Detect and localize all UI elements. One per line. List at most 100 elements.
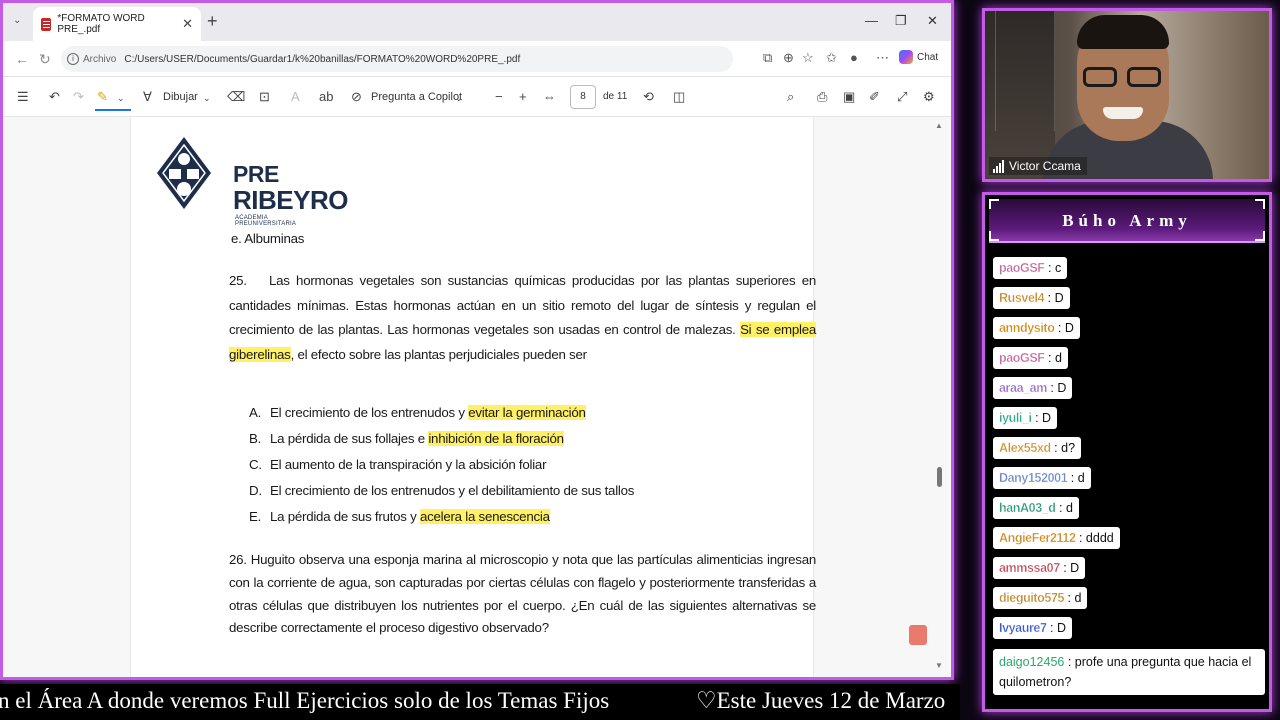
tab-bar: ⌄ *FORMATO WORD PRE_.pdf ✕ + — ❐ ✕ xyxy=(3,3,951,41)
settings-gear-icon[interactable]: ⚙ xyxy=(923,89,935,105)
news-ticker: n el Área A donde veremos Full Ejercicio… xyxy=(0,684,960,720)
chat-username: hanA03_d xyxy=(999,501,1056,515)
signal-bars-icon xyxy=(993,159,1004,173)
save-as-icon[interactable]: ✐ xyxy=(869,89,880,105)
app-available-icon[interactable]: ⧉ xyxy=(763,50,772,66)
undo-icon[interactable]: ↶ xyxy=(49,89,60,105)
back-arrow-icon[interactable]: ← xyxy=(15,51,29,67)
scroll-up-arrow-icon[interactable]: ▲ xyxy=(935,121,943,130)
chat-message: paoGSF : d xyxy=(993,347,1068,369)
corner-decoration xyxy=(1255,231,1265,241)
pdf-toolbar: ☰ ↶ ↷ ✎ ⌄ ∀ Dibujar ⌄ ⌫ ⊡ A ab ⊘ Pregunt… xyxy=(3,77,951,117)
option-b: B. La pérdida de sus follajes e inhibició… xyxy=(249,431,564,446)
text-format-icon[interactable]: A xyxy=(291,89,300,104)
pdf-adobe-icon[interactable] xyxy=(909,625,927,645)
draw-chevron-icon[interactable]: ⌄ xyxy=(203,93,211,104)
close-window-icon[interactable]: ✕ xyxy=(927,13,938,29)
scroll-down-arrow-icon[interactable]: ▼ xyxy=(935,661,943,670)
logo-subtitle: ACADEMIA PREUNIVERSITARIA xyxy=(235,215,297,227)
pdf-file-icon xyxy=(41,17,52,31)
chat-label: Chat xyxy=(917,51,939,63)
chat-text: : dddd xyxy=(1075,531,1114,545)
presenter-hair xyxy=(1077,15,1169,49)
question-25-text-b: , el efecto sobre las plantas perjudicia… xyxy=(290,346,587,362)
profile-avatar-icon[interactable]: ● xyxy=(850,50,858,65)
total-pages-label: de 11 xyxy=(603,91,628,102)
search-icon[interactable]: ⌕ xyxy=(787,89,794,105)
corner-decoration xyxy=(989,231,999,241)
favorites-list-icon[interactable]: ✩ xyxy=(826,50,837,66)
option-highlight: inhibición de la floración xyxy=(428,431,564,446)
chat-text: : d xyxy=(1055,501,1073,515)
chat-username: Dany152001 xyxy=(999,471,1068,485)
minimize-icon[interactable]: — xyxy=(865,13,878,28)
chat-text: : d xyxy=(1064,591,1082,605)
fullscreen-icon[interactable]: ⤢ xyxy=(897,89,907,105)
url-field[interactable]: i Archivo C:/Users/USER/Documents/Guarda… xyxy=(61,46,733,72)
chat-text: : D xyxy=(1046,621,1066,635)
copilot-chat-button[interactable]: Chat xyxy=(899,50,938,64)
zoom-icon[interactable]: ⊕ xyxy=(783,50,794,66)
pdf-viewer[interactable]: PRE RIBEYRO ACADEMIA PREUNIVERSITARIA e.… xyxy=(3,117,951,677)
page-view-icon[interactable]: ◫ xyxy=(673,89,685,105)
option-e: E. La pérdida de sus frutos y acelera la … xyxy=(249,509,550,524)
text-box-icon[interactable]: ⊡ xyxy=(259,89,270,105)
more-menu-icon[interactable]: ⋯ xyxy=(876,50,889,66)
chat-message: Ivyaure7 : D xyxy=(993,617,1072,639)
question-25-text-a: Las hormonas vegetales son sustancias qu… xyxy=(229,273,816,337)
option-letter: D. xyxy=(249,483,262,498)
close-tab-icon[interactable]: ✕ xyxy=(182,16,193,32)
tab-title: *FORMATO WORD PRE_.pdf xyxy=(57,13,145,35)
logo-emblem-icon xyxy=(157,137,211,209)
option-letter: E. xyxy=(249,509,262,524)
restore-icon[interactable]: ❐ xyxy=(895,13,907,29)
fit-page-icon[interactable]: ⇔ xyxy=(543,89,556,104)
highlight-active-indicator xyxy=(95,109,131,111)
page-number-input[interactable]: 8 xyxy=(570,85,596,109)
chat-message-last: daigo12456 : profe una pregunta que haci… xyxy=(993,649,1265,695)
redo-icon[interactable]: ↷ xyxy=(73,89,84,105)
contents-list-icon[interactable]: ☰ xyxy=(17,89,29,105)
option-a: A. El crecimiento de los entrenudos y evi… xyxy=(249,405,586,420)
read-aloud-icon[interactable]: ab xyxy=(319,89,333,104)
info-icon[interactable]: i xyxy=(67,53,79,65)
chat-username: daigo12456 xyxy=(999,655,1065,669)
rotate-icon[interactable]: ⟲ xyxy=(643,89,654,105)
chat-text: : d xyxy=(1067,471,1085,485)
zoom-out-icon[interactable]: − xyxy=(495,89,503,104)
chat-message: Alex55xd : d? xyxy=(993,437,1082,459)
stream-screen: ⌄ *FORMATO WORD PRE_.pdf ✕ + — ❐ ✕ ← ↻ i… xyxy=(0,0,1280,720)
zoom-in-icon[interactable]: + xyxy=(519,89,527,104)
scrollbar-thumb[interactable] xyxy=(937,467,942,487)
ticker-text-right: ♡Este Jueves 12 de Marzo xyxy=(696,688,946,713)
option-highlight: acelera la senescencia xyxy=(419,509,550,524)
presenter-mouth xyxy=(1103,107,1143,119)
print-icon[interactable]: ⎙ xyxy=(817,89,827,105)
save-icon[interactable]: ▣ xyxy=(843,89,855,105)
ask-copilot-button[interactable]: Pregunta a Copilot xyxy=(371,91,462,103)
chat-text: : d xyxy=(1044,351,1062,365)
chat-message: araa_am : D xyxy=(993,377,1073,399)
highlight-icon[interactable]: ✎ xyxy=(97,89,108,105)
ticker-text-left: n el Área A donde veremos Full Ejercicio… xyxy=(0,688,610,713)
copilot-ask-icon[interactable]: ⊘ xyxy=(351,89,362,105)
draw-icon[interactable]: ∀ xyxy=(143,89,152,105)
favorite-star-icon[interactable]: ☆ xyxy=(802,50,814,66)
draw-button-label[interactable]: Dibujar xyxy=(163,91,198,103)
highlight-chevron-icon[interactable]: ⌄ xyxy=(117,93,125,104)
chat-username: ammssa07 xyxy=(999,561,1060,575)
copilot-chevron-icon[interactable]: ⌄ xyxy=(455,93,463,104)
option-d: D. El crecimiento de los entrenudos y el … xyxy=(249,483,634,498)
chat-message: anndysito : D xyxy=(993,317,1080,339)
chat-username: Rusvel4 xyxy=(999,291,1045,305)
option-text: La pérdida de sus follajes e xyxy=(270,431,429,446)
chat-text: : D xyxy=(1059,561,1080,575)
option-c: C. El aumento de la transpiración y la ab… xyxy=(249,457,547,472)
tab-list-chevron-icon[interactable]: ⌄ xyxy=(13,15,21,26)
refresh-icon[interactable]: ↻ xyxy=(39,51,51,68)
new-tab-plus-icon[interactable]: + xyxy=(207,11,218,32)
eraser-icon[interactable]: ⌫ xyxy=(227,89,245,105)
chat-username: paoGSF xyxy=(999,261,1045,275)
tab-pdf-document[interactable]: *FORMATO WORD PRE_.pdf ✕ xyxy=(33,7,201,41)
webcam-overlay: Victor Ccama xyxy=(982,8,1272,182)
